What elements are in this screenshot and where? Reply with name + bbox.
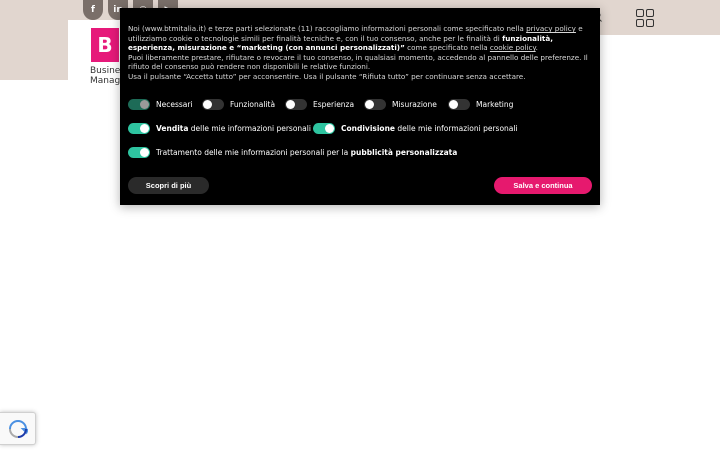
toggle-label: Vendita delle mie informazioni personali: [156, 124, 311, 133]
recaptcha-icon: [8, 419, 28, 438]
toggle-label-bold: Vendita: [156, 124, 189, 133]
toggle-funzionalita[interactable]: Funzionalità: [202, 99, 285, 110]
toggle-label-rest: delle mie informazioni personali: [395, 124, 518, 133]
consent-text-4: .: [535, 43, 538, 53]
toggle-switch[interactable]: [285, 99, 307, 110]
save-and-continue-button[interactable]: Salva e continua: [494, 177, 592, 194]
toggle-switch[interactable]: [448, 99, 470, 110]
toggle-label: Marketing: [476, 100, 514, 109]
toggle-label: Necessari: [156, 100, 193, 109]
toggle-esperienza[interactable]: Esperienza: [285, 99, 364, 110]
learn-more-button[interactable]: Scopri di più: [128, 177, 209, 194]
toggle-label-bold: pubblicità personalizzata: [350, 148, 458, 157]
consent-text-3: come specificato nella: [404, 43, 490, 53]
category-toggles: Necessari Funzionalità Esperienza Misura…: [128, 99, 513, 110]
toggle-label-pre: Trattamento delle mie informazioni perso…: [156, 148, 351, 157]
toggle-label: Funzionalità: [230, 100, 276, 109]
toggle-switch: [128, 99, 150, 110]
consent-description: Noi (www.btmitalia.it) e terze parti sel…: [128, 24, 594, 82]
consent-text-revoke: Puoi liberamente prestare, rifiutare o r…: [128, 52, 588, 72]
toggle-label: Trattamento delle mie informazioni perso…: [156, 148, 457, 157]
toggle-switch[interactable]: [128, 123, 150, 134]
toggle-condivisione[interactable]: Condivisione delle mie informazioni pers…: [313, 123, 518, 134]
cookie-consent-banner: Noi (www.btmitalia.it) e terze parti sel…: [120, 8, 600, 205]
toggle-label: Esperienza: [313, 100, 355, 109]
grid-cell: [646, 19, 654, 27]
toggle-label: Misurazione: [392, 100, 437, 109]
data-sale-toggles: Vendita delle mie informazioni personali…: [128, 123, 518, 134]
consent-text-1: Noi (www.btmitalia.it) e terze parti sel…: [128, 24, 527, 33]
toggle-misurazione[interactable]: Misurazione: [364, 99, 448, 110]
facebook-icon[interactable]: f: [83, 0, 103, 20]
toggle-switch[interactable]: [313, 123, 335, 134]
toggle-switch[interactable]: [202, 99, 224, 110]
toggle-necessari: Necessari: [128, 99, 202, 110]
menu-grid-icon[interactable]: [636, 9, 654, 27]
toggle-marketing[interactable]: Marketing: [448, 99, 513, 110]
logo[interactable]: B: [91, 28, 119, 62]
toggle-switch[interactable]: [128, 147, 150, 158]
ads-toggle-row: Trattamento delle mie informazioni perso…: [128, 147, 457, 158]
grid-cell: [636, 19, 644, 27]
header-right-strip: [600, 0, 720, 35]
cookie-policy-link[interactable]: cookie policy: [490, 43, 536, 52]
grid-cell: [646, 9, 654, 17]
toggle-pubblicita[interactable]: Trattamento delle mie informazioni perso…: [128, 147, 457, 158]
header-right-white: [600, 35, 720, 80]
toggle-label-bold: Condivisione: [341, 124, 396, 133]
toggle-label-rest: delle mie informazioni personali: [188, 124, 311, 133]
privacy-policy-link[interactable]: privacy policy: [526, 24, 576, 33]
recaptcha-badge[interactable]: [0, 412, 36, 445]
toggle-switch[interactable]: [364, 99, 386, 110]
grid-cell: [636, 9, 644, 17]
toggle-vendita[interactable]: Vendita delle mie informazioni personali: [128, 123, 313, 134]
toggle-label: Condivisione delle mie informazioni pers…: [341, 124, 518, 133]
consent-text-buttons: Usa il pulsante “Accetta tutto” per acco…: [128, 71, 526, 81]
